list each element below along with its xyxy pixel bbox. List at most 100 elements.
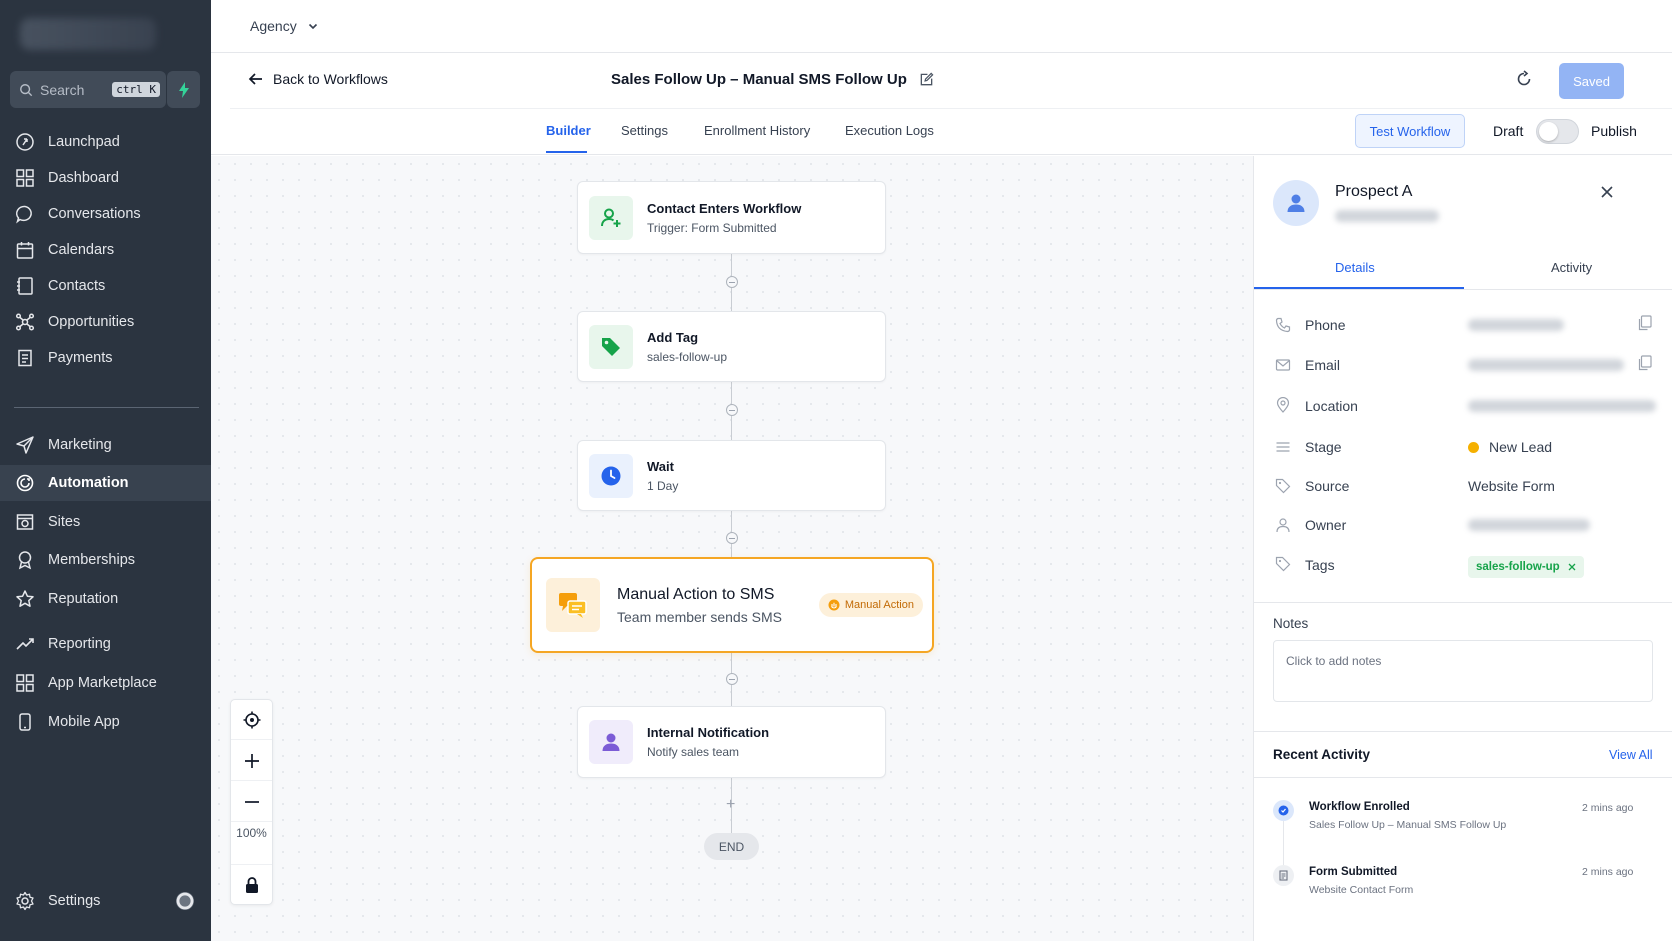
quick-action-button[interactable]	[167, 71, 200, 108]
sidebar-item-app-marketplace[interactable]: App Marketplace	[0, 665, 211, 701]
star-icon	[16, 590, 34, 607]
node-icon-box	[589, 195, 633, 240]
workflow-node-trigger[interactable]: Contact Enters Workflow Trigger: Form Su…	[577, 181, 886, 254]
sidebar-item-reporting[interactable]: Reporting	[0, 626, 211, 662]
sidebar-item-automation[interactable]: Automation	[0, 465, 211, 501]
field-label-phone: Phone	[1305, 317, 1346, 333]
sidebar-item-label: Launchpad	[48, 134, 120, 150]
calendar-icon	[16, 242, 34, 259]
workflow-canvas[interactable]	[211, 156, 1253, 941]
recenter-button[interactable]	[231, 700, 272, 740]
sidebar-item-reputation[interactable]: Reputation	[0, 581, 211, 617]
stage-value[interactable]: New Lead	[1468, 439, 1552, 455]
zoom-in-button[interactable]	[231, 741, 272, 781]
search-placeholder: Search	[40, 81, 85, 98]
sidebar-item-label: Contacts	[48, 278, 106, 294]
sidebar-item-payments[interactable]: Payments	[0, 340, 211, 376]
sidebar-item-memberships[interactable]: Memberships	[0, 542, 211, 578]
node-title: Add Tag	[647, 329, 699, 345]
badge-label: Manual Action	[844, 599, 914, 611]
test-workflow-button[interactable]: Test Workflow	[1355, 114, 1465, 148]
back-to-workflows-link[interactable]: Back to Workflows	[248, 71, 388, 87]
sidebar-item-label: Calendars	[48, 242, 115, 258]
refresh-icon[interactable]	[1515, 70, 1533, 88]
workflow-badge-icon	[1278, 805, 1289, 816]
add-step-button[interactable]	[726, 276, 738, 288]
search-input[interactable]: Search ctrl K	[10, 71, 166, 108]
sidebar-item-conversations[interactable]: Conversations	[0, 196, 211, 232]
sidebar-item-sites[interactable]: Sites	[0, 504, 211, 540]
node-title: Internal Notification	[647, 725, 770, 740]
notes-placeholder: Click to add notes	[1286, 654, 1382, 668]
source-value: Website Form	[1468, 478, 1555, 494]
node-subtitle: 1 Day	[647, 478, 679, 493]
account-switcher[interactable]: Agency	[250, 18, 297, 34]
activity-subtitle: Sales Follow Up – Manual SMS Follow Up	[1309, 819, 1507, 831]
view-all-link[interactable]: View All	[1609, 748, 1653, 762]
workflow-title-text: Sales Follow Up – Manual SMS Follow Up	[611, 71, 907, 88]
minus-icon	[244, 800, 259, 803]
recent-activity-title: Recent Activity	[1273, 747, 1371, 762]
clock-icon	[601, 466, 621, 485]
workflow-node-wait[interactable]: Wait 1 Day	[577, 440, 886, 511]
sidebar-item-label: Settings	[48, 893, 101, 909]
sidebar-item-contacts[interactable]: Contacts	[0, 268, 211, 304]
contact-book-icon	[17, 277, 33, 295]
add-step-button[interactable]	[726, 532, 738, 544]
grid-icon	[16, 674, 34, 692]
notes-label: Notes	[1273, 616, 1309, 631]
add-step-plus-icon[interactable]: +	[726, 797, 735, 813]
node-subtitle: Notify sales team	[647, 745, 740, 759]
zoom-out-button[interactable]	[231, 782, 272, 822]
workflow-node-internal-notification[interactable]: Internal Notification Notify sales team	[577, 706, 886, 778]
tag-chip[interactable]: sales-follow-up	[1468, 556, 1584, 578]
remove-tag-icon[interactable]	[1568, 563, 1576, 571]
sites-icon	[16, 514, 34, 530]
sidebar-item-label: Marketing	[48, 437, 112, 453]
chevron-down-icon[interactable]	[307, 20, 319, 32]
receipt-icon	[18, 349, 32, 367]
field-label-location: Location	[1305, 398, 1358, 414]
sidebar-item-opportunities[interactable]: Opportunities	[0, 304, 211, 340]
workflow-node-manual-sms[interactable]: Manual Action to SMS Team member sends S…	[530, 557, 934, 653]
saved-button[interactable]: Saved	[1559, 63, 1624, 99]
panel-tab-activity[interactable]: Activity	[1551, 260, 1592, 275]
workflow-node-add-tag[interactable]: Add Tag sales-follow-up	[577, 311, 886, 382]
field-label-owner: Owner	[1305, 517, 1347, 533]
settings-badge[interactable]	[176, 892, 194, 910]
redacted-owner	[1468, 519, 1590, 531]
sidebar-item-label: Reporting	[48, 636, 111, 652]
tab-execution-logs[interactable]: Execution Logs	[845, 123, 934, 138]
sidebar-item-launchpad[interactable]: Launchpad	[0, 124, 211, 160]
sms-icon	[559, 593, 587, 618]
hand-icon	[828, 599, 840, 611]
edit-icon[interactable]	[919, 72, 934, 87]
panel-tab-details[interactable]: Details	[1335, 260, 1375, 275]
sidebar-item-dashboard[interactable]: Dashboard	[0, 160, 211, 196]
panel-active-tab-indicator	[1254, 287, 1464, 289]
copy-icon[interactable]	[1637, 315, 1652, 331]
add-step-button[interactable]	[726, 404, 738, 416]
add-step-button[interactable]	[726, 673, 738, 685]
lock-canvas-button[interactable]	[231, 864, 272, 904]
node-icon-box	[589, 453, 633, 498]
tab-settings[interactable]: Settings	[621, 123, 668, 138]
copy-icon[interactable]	[1637, 355, 1652, 371]
zoom-controls: 100%	[230, 699, 273, 905]
sidebar-item-marketing[interactable]: Marketing	[0, 427, 211, 463]
section-divider	[1254, 731, 1672, 732]
tab-builder[interactable]: Builder	[546, 123, 591, 138]
tab-enrollment-history[interactable]: Enrollment History	[704, 123, 810, 138]
section-divider	[1254, 777, 1672, 778]
close-icon[interactable]	[1600, 185, 1614, 199]
brand-logo[interactable]	[20, 18, 156, 50]
publish-toggle[interactable]	[1536, 119, 1579, 144]
automation-icon	[16, 474, 34, 492]
sidebar-item-settings[interactable]: Settings	[0, 883, 211, 919]
notes-field[interactable]: Click to add notes	[1273, 640, 1653, 702]
sidebar-item-label: Mobile App	[48, 714, 120, 730]
sidebar-item-mobile-app[interactable]: Mobile App	[0, 704, 211, 740]
manual-action-badge: Manual Action	[818, 593, 923, 617]
phone-icon	[19, 713, 31, 731]
sidebar-item-calendars[interactable]: Calendars	[0, 232, 211, 268]
